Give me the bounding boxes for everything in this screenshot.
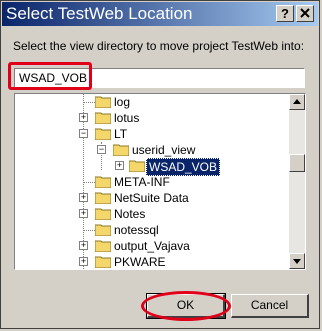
open-folder-icon xyxy=(95,128,111,140)
tree-line xyxy=(83,182,95,183)
close-button[interactable] xyxy=(296,5,314,22)
scroll-thumb[interactable] xyxy=(289,154,305,172)
arrow-up-icon xyxy=(293,99,301,104)
expand-icon[interactable]: + xyxy=(79,209,88,218)
tree-item-label: META-INF xyxy=(114,175,170,189)
expand-icon[interactable]: + xyxy=(79,257,88,266)
expand-icon[interactable]: + xyxy=(79,193,88,202)
tree-item-label: output_Vajava xyxy=(114,239,190,253)
help-button[interactable]: ? xyxy=(276,5,294,22)
collapse-icon[interactable]: − xyxy=(97,145,106,154)
expand-icon[interactable]: + xyxy=(79,113,88,122)
scroll-down-button[interactable] xyxy=(289,253,305,269)
location-input[interactable] xyxy=(14,68,305,88)
tree-item-label: userid_view xyxy=(132,143,196,157)
expand-icon[interactable]: + xyxy=(79,241,88,250)
tree-item-label: notessql xyxy=(114,223,159,237)
open-folder-icon xyxy=(113,144,129,156)
folder-icon xyxy=(95,192,111,204)
folder-icon xyxy=(95,208,111,220)
window-title: Select TestWeb Location xyxy=(6,4,193,23)
tree-line xyxy=(83,230,95,231)
folder-tree-view: log + lotus − LT − userid_view + WSAD_VO xyxy=(15,94,289,269)
instruction-text: Select the view directory to move projec… xyxy=(13,39,305,53)
scroll-up-button[interactable] xyxy=(289,94,305,110)
folder-icon xyxy=(95,112,111,124)
tree-item-label: LT xyxy=(114,127,128,141)
open-folder-icon xyxy=(129,160,145,172)
ok-button[interactable]: OK xyxy=(146,293,226,319)
select-location-dialog: Select TestWeb Location ? Select the vie… xyxy=(0,0,320,329)
tree-item-label: lotus xyxy=(114,111,140,125)
arrow-down-icon xyxy=(293,259,301,264)
folder-icon xyxy=(95,96,111,108)
folder-icon xyxy=(95,176,111,188)
tree-item-label: PKWARE xyxy=(114,255,166,269)
vertical-scrollbar[interactable] xyxy=(289,94,305,269)
expand-icon[interactable]: + xyxy=(115,161,124,170)
tree-item-label: log xyxy=(114,95,131,109)
tree-item-label: Notes xyxy=(114,207,146,221)
tree-item-label: NetSuite Data xyxy=(114,191,189,205)
folder-icon xyxy=(95,240,111,252)
tree-line xyxy=(83,102,95,103)
cancel-button[interactable]: Cancel xyxy=(231,294,309,318)
collapse-icon[interactable]: − xyxy=(79,129,88,138)
folder-icon xyxy=(95,256,111,268)
title-bar[interactable]: Select TestWeb Location ? xyxy=(2,2,318,26)
folder-icon xyxy=(95,224,111,236)
folder-tree[interactable]: log + lotus − LT − userid_view + WSAD_VO xyxy=(14,93,306,270)
close-icon xyxy=(300,8,310,18)
